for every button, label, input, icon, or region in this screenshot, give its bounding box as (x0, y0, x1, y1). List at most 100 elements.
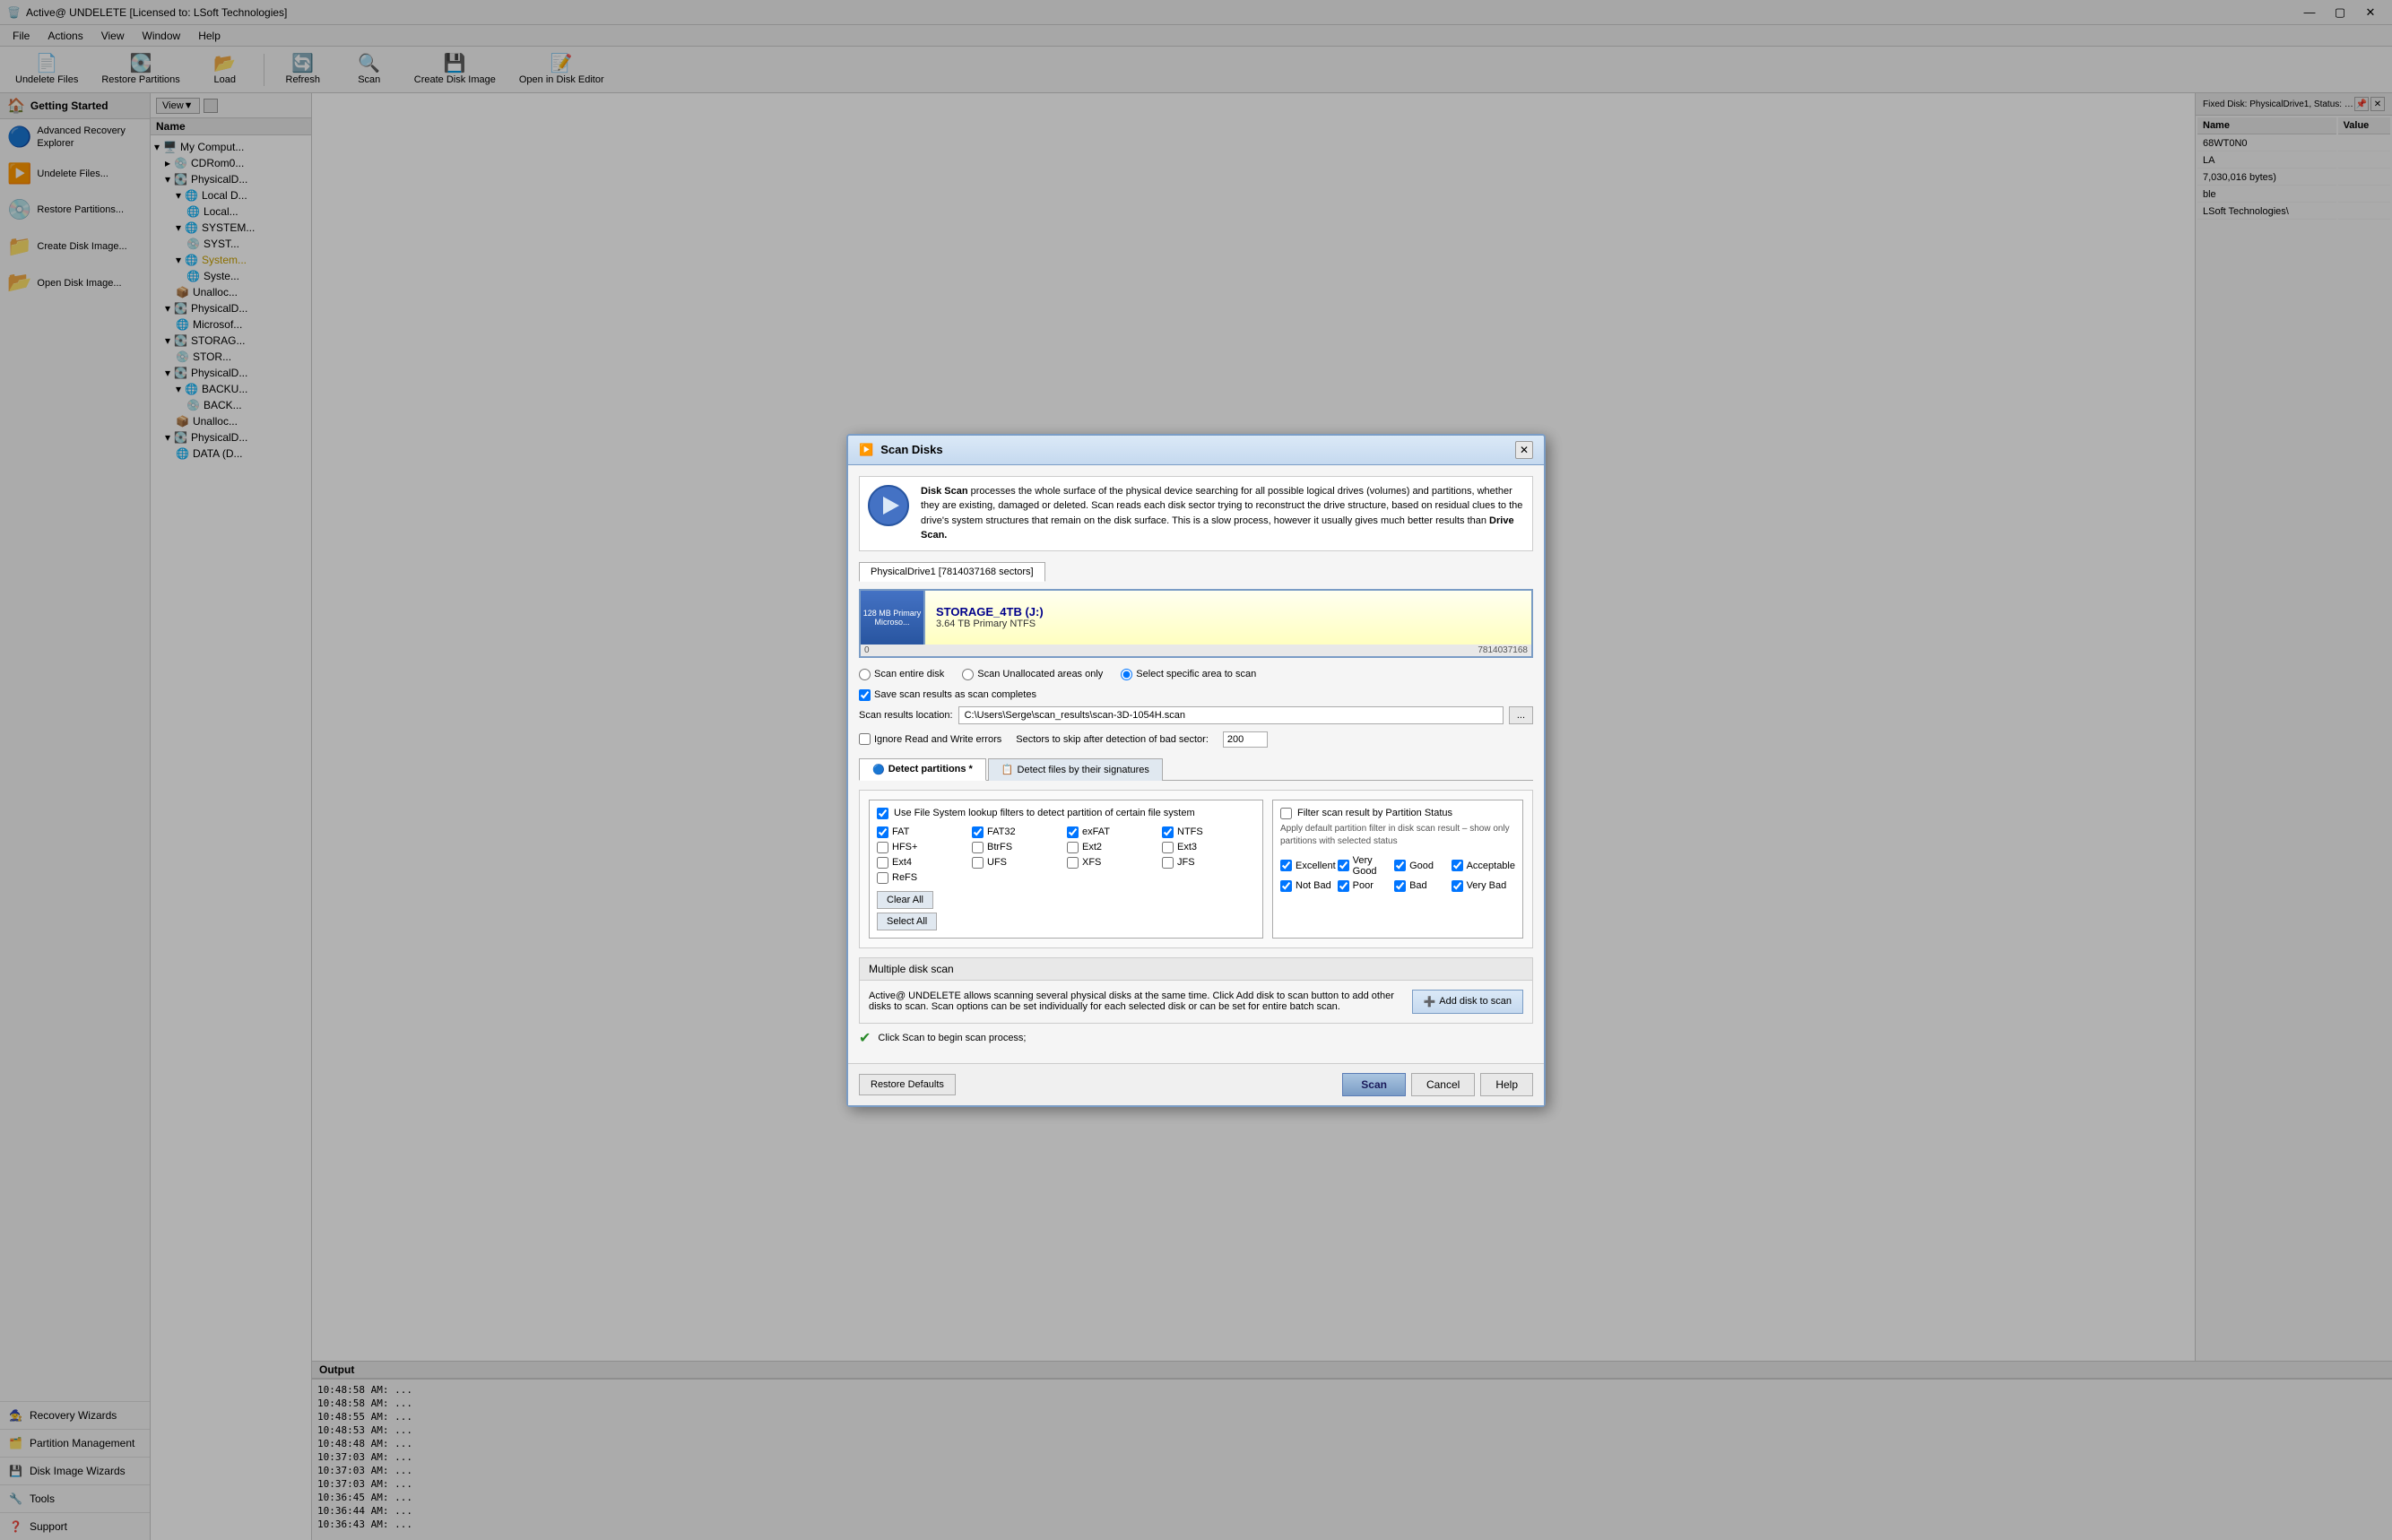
modal-close-button[interactable]: ✕ (1515, 441, 1533, 459)
scan-options: Scan entire disk Scan Unallocated areas … (859, 669, 1533, 680)
fs-xfs-checkbox[interactable] (1067, 857, 1079, 869)
status-acceptable-label[interactable]: Acceptable (1452, 855, 1515, 877)
scan-specific-radio[interactable] (1121, 669, 1132, 680)
help-button[interactable]: Help (1480, 1073, 1533, 1096)
ruler-start: 0 (864, 645, 870, 655)
fs-btrfs-checkbox[interactable] (972, 842, 984, 853)
info-section: Disk Scan processes the whole surface of… (859, 476, 1533, 551)
fs-fat32-label[interactable]: FAT32 (972, 826, 1065, 838)
disk-tabs: PhysicalDrive1 [7814037168 sectors] (859, 562, 1533, 582)
detect-partitions-label: Detect partitions * (888, 764, 973, 774)
click-scan-notice: ✔ Click Scan to begin scan process; (859, 1024, 1533, 1052)
scan-location-input[interactable] (958, 706, 1504, 724)
fs-ext2-checkbox[interactable] (1067, 842, 1079, 853)
fs-ext3-checkbox[interactable] (1162, 842, 1174, 853)
status-poor-label[interactable]: Poor (1338, 880, 1392, 892)
fs-exfat-checkbox[interactable] (1067, 826, 1079, 838)
skip-sectors-input[interactable] (1223, 731, 1268, 748)
fs-filter-header: Use File System lookup filters to detect… (877, 808, 1255, 819)
fs-exfat-label[interactable]: exFAT (1067, 826, 1160, 838)
check-icon: ✔ (859, 1029, 871, 1047)
fs-fat32-checkbox[interactable] (972, 826, 984, 838)
clear-all-button[interactable]: Clear All (877, 891, 933, 909)
fs-ntfs-label[interactable]: NTFS (1162, 826, 1255, 838)
fs-filter-box: Use File System lookup filters to detect… (869, 800, 1263, 939)
scan-entire-radio-label[interactable]: Scan entire disk (859, 669, 944, 680)
scan-unalloc-radio[interactable] (962, 669, 974, 680)
fs-ext3-label[interactable]: Ext3 (1162, 842, 1255, 853)
save-results-label[interactable]: Save scan results as scan completes (859, 689, 1533, 701)
fs-ntfs-checkbox[interactable] (1162, 826, 1174, 838)
restore-defaults-button[interactable]: Restore Defaults (859, 1074, 956, 1095)
scan-unalloc-radio-label[interactable]: Scan Unallocated areas only (962, 669, 1103, 680)
ignore-errors-text: Ignore Read and Write errors (874, 734, 1001, 745)
multiple-scan-header: Multiple disk scan (860, 958, 1532, 981)
scan-location-row: Scan results location: ... (859, 706, 1533, 724)
status-good-checkbox[interactable] (1394, 860, 1406, 871)
fs-fat-checkbox[interactable] (877, 826, 888, 838)
fs-ufs-checkbox[interactable] (972, 857, 984, 869)
status-poor-checkbox[interactable] (1338, 880, 1349, 892)
fs-filter-buttons: Clear All Select All (877, 891, 1255, 930)
fs-btrfs-label[interactable]: BtrFS (972, 842, 1065, 853)
fs-jfs-checkbox[interactable] (1162, 857, 1174, 869)
cancel-button[interactable]: Cancel (1411, 1073, 1475, 1096)
tab-detect-partitions[interactable]: 🔵 Detect partitions * (859, 758, 986, 781)
fs-refs-label[interactable]: ReFS (877, 872, 970, 884)
scan-specific-radio-label[interactable]: Select specific area to scan (1121, 669, 1256, 680)
fs-ufs-label[interactable]: UFS (972, 857, 1065, 869)
browse-button[interactable]: ... (1509, 706, 1533, 724)
scan-unalloc-text: Scan Unallocated areas only (977, 669, 1103, 679)
multiple-scan-section: Multiple disk scan Active@ UNDELETE allo… (859, 957, 1533, 1024)
detect-files-icon: 📋 (1001, 764, 1014, 775)
select-all-button[interactable]: Select All (877, 913, 937, 930)
scan-entire-radio[interactable] (859, 669, 871, 680)
ruler-end: 7814037168 (1478, 645, 1528, 655)
modal-title-group: ▶️ Scan Disks (859, 443, 943, 457)
partition-filter-section: Use File System lookup filters to detect… (859, 790, 1533, 948)
ignore-errors-checkbox[interactable] (859, 733, 871, 745)
status-verybad-label[interactable]: Very Bad (1452, 880, 1515, 892)
status-excellent-label[interactable]: Excellent (1280, 855, 1336, 877)
info-disk-icon (867, 484, 910, 543)
status-bad-label[interactable]: Bad (1394, 880, 1449, 892)
status-good-label[interactable]: Good (1394, 855, 1449, 877)
fs-ext4-label[interactable]: Ext4 (877, 857, 970, 869)
disk-visual: 128 MB Primary Microso... STORAGE_4TB (J… (861, 591, 1531, 645)
status-excellent-checkbox[interactable] (1280, 860, 1292, 871)
status-notbad-label[interactable]: Not Bad (1280, 880, 1336, 892)
modal-title-text: Scan Disks (880, 443, 942, 456)
fs-refs-checkbox[interactable] (877, 872, 888, 884)
fs-hfsplus-label[interactable]: HFS+ (877, 842, 970, 853)
status-filter-checkbox[interactable] (1280, 808, 1292, 819)
skip-sectors-label: Sectors to skip after detection of bad s… (1016, 734, 1209, 745)
modal-overlay: ▶️ Scan Disks ✕ Disk Scan processes the … (0, 0, 2392, 1540)
fs-grid: FAT FAT32 exFAT NTFS HFS+ BtrFS Ext2 Ext… (877, 826, 1255, 884)
fs-filter-title: Use File System lookup filters to detect… (894, 808, 1195, 818)
scan-specific-text: Select specific area to scan (1136, 669, 1256, 679)
status-bad-checkbox[interactable] (1394, 880, 1406, 892)
status-verygood-checkbox[interactable] (1338, 860, 1349, 871)
scan-button[interactable]: Scan (1342, 1073, 1406, 1096)
add-disk-to-scan-button[interactable]: ➕ Add disk to scan (1412, 990, 1523, 1014)
ignore-errors-label[interactable]: Ignore Read and Write errors (859, 733, 1001, 745)
scan-location-label: Scan results location: (859, 710, 953, 721)
add-disk-label: Add disk to scan (1439, 996, 1512, 1007)
save-results-row: Save scan results as scan completes (859, 689, 1533, 701)
fs-ext2-label[interactable]: Ext2 (1067, 842, 1160, 853)
status-filter-box: Filter scan result by Partition Status A… (1272, 800, 1523, 939)
status-acceptable-checkbox[interactable] (1452, 860, 1463, 871)
fs-ext4-checkbox[interactable] (877, 857, 888, 869)
detect-files-label: Detect files by their signatures (1018, 765, 1149, 775)
fs-jfs-label[interactable]: JFS (1162, 857, 1255, 869)
status-verygood-label[interactable]: Very Good (1338, 855, 1392, 877)
fs-filter-checkbox[interactable] (877, 808, 888, 819)
disk-tab-physicaldrive1[interactable]: PhysicalDrive1 [7814037168 sectors] (859, 562, 1045, 582)
fs-fat-label[interactable]: FAT (877, 826, 970, 838)
save-results-checkbox[interactable] (859, 689, 871, 701)
status-notbad-checkbox[interactable] (1280, 880, 1292, 892)
tab-detect-files[interactable]: 📋 Detect files by their signatures (988, 758, 1163, 781)
fs-xfs-label[interactable]: XFS (1067, 857, 1160, 869)
fs-hfsplus-checkbox[interactable] (877, 842, 888, 853)
status-verybad-checkbox[interactable] (1452, 880, 1463, 892)
